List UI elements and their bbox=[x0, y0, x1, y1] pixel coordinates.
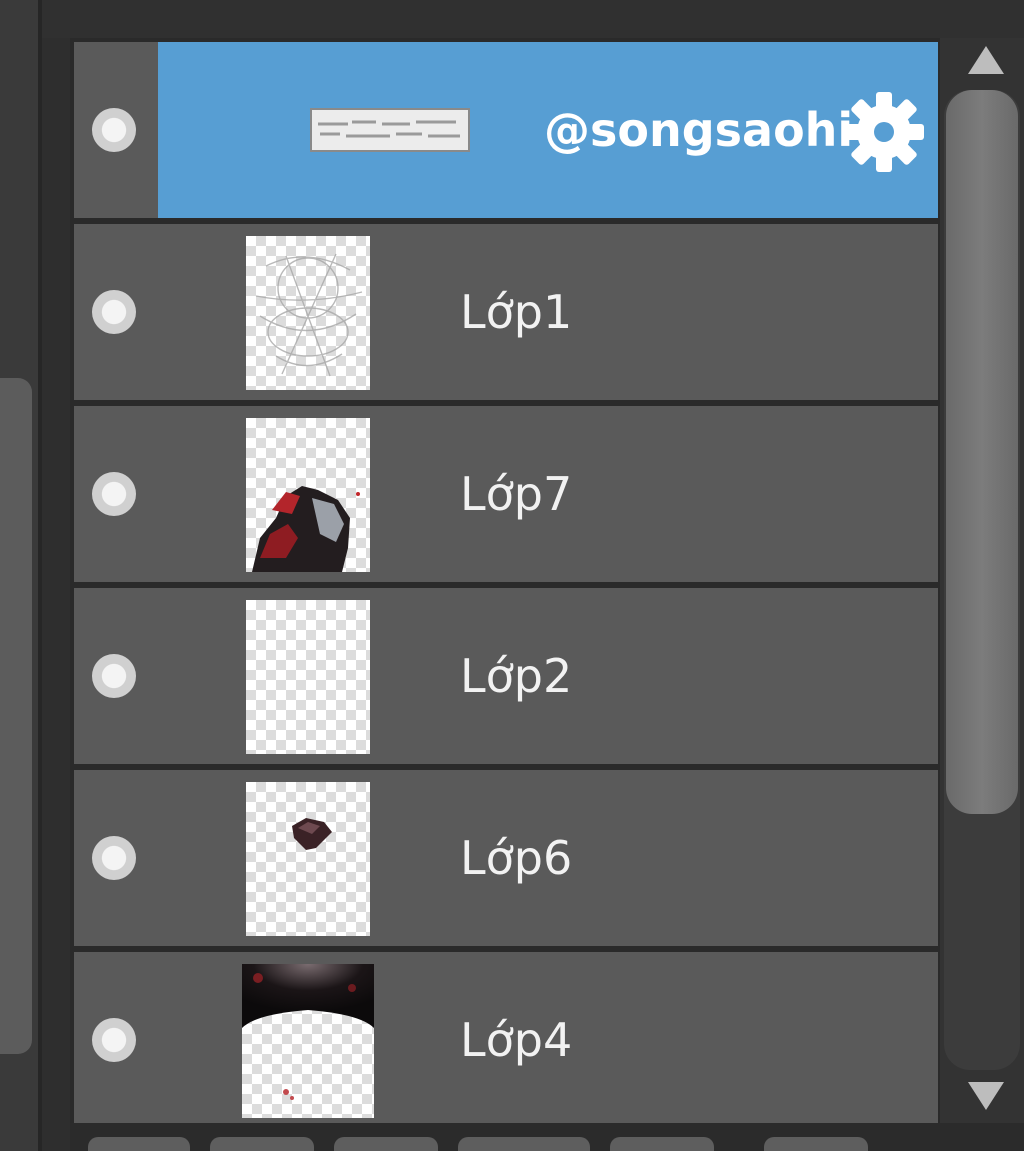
scrollbar-thumb[interactable] bbox=[946, 90, 1018, 814]
panel-header bbox=[42, 0, 1024, 38]
visibility-dot-icon[interactable] bbox=[92, 836, 136, 880]
toolbar-button[interactable] bbox=[334, 1137, 438, 1151]
layer-name: @songsaohi bbox=[544, 103, 854, 157]
layer-name: Lớp7 bbox=[460, 467, 573, 521]
layer-row-lop4[interactable]: Lớp4 bbox=[74, 952, 938, 1123]
layer-thumbnail bbox=[310, 108, 470, 152]
layer-name: Lớp6 bbox=[460, 831, 573, 885]
gradient-thumbnail bbox=[242, 964, 374, 1100]
parent-scrollbar[interactable] bbox=[0, 0, 42, 1151]
layer-name: Lớp4 bbox=[460, 1013, 573, 1067]
visibility-dot-icon[interactable] bbox=[92, 472, 136, 516]
layer-row-songsaohi[interactable]: @songsaohi bbox=[74, 42, 938, 218]
layer-list-scrollbar[interactable] bbox=[940, 38, 1024, 1123]
layer-row-lop6[interactable]: Lớp6 bbox=[74, 770, 938, 946]
layer-thumbnail bbox=[246, 600, 370, 754]
shape-thumbnail bbox=[292, 818, 332, 850]
visibility-dot-icon[interactable] bbox=[92, 290, 136, 334]
sketch-thumbnail bbox=[255, 253, 363, 377]
layer-row-lop7[interactable]: Lớp7 bbox=[74, 406, 938, 582]
layer-row-lop2[interactable]: Lớp2 bbox=[74, 588, 938, 764]
gear-icon[interactable] bbox=[842, 90, 926, 174]
layer-toolbar bbox=[70, 1123, 1024, 1151]
layers-panel: @songsaohi Lớp1 Lớp7 Lớp2 Lớp6 Lớp4 bbox=[0, 0, 1024, 1151]
visibility-dot-icon[interactable] bbox=[92, 108, 136, 152]
layer-row-selected-highlight[interactable]: @songsaohi bbox=[158, 42, 938, 218]
text-strip-preview bbox=[312, 110, 468, 150]
toolbar-button[interactable] bbox=[764, 1137, 868, 1151]
layer-thumbnail bbox=[246, 236, 370, 390]
toolbar-button[interactable] bbox=[210, 1137, 314, 1151]
layer-name: Lớp2 bbox=[460, 649, 573, 703]
visibility-dot-icon[interactable] bbox=[92, 1018, 136, 1062]
triangle-down-icon[interactable] bbox=[968, 1082, 1004, 1110]
panel-divider bbox=[38, 0, 42, 1151]
toolbar-button[interactable] bbox=[610, 1137, 714, 1151]
parent-scrollbar-thumb[interactable] bbox=[0, 378, 32, 1054]
layer-thumbnail bbox=[242, 964, 374, 1118]
layer-row-lop1[interactable]: Lớp1 bbox=[74, 224, 938, 400]
layer-list: @songsaohi Lớp1 Lớp7 Lớp2 Lớp6 Lớp4 bbox=[70, 38, 940, 1123]
visibility-dot-icon[interactable] bbox=[92, 654, 136, 698]
triangle-up-icon[interactable] bbox=[968, 46, 1004, 74]
toolbar-button[interactable] bbox=[458, 1137, 590, 1151]
figure-thumbnail bbox=[252, 486, 360, 572]
toolbar-button[interactable] bbox=[88, 1137, 190, 1151]
layer-thumbnail bbox=[246, 782, 370, 936]
layer-thumbnail bbox=[246, 418, 370, 572]
layer-name: Lớp1 bbox=[460, 285, 573, 339]
